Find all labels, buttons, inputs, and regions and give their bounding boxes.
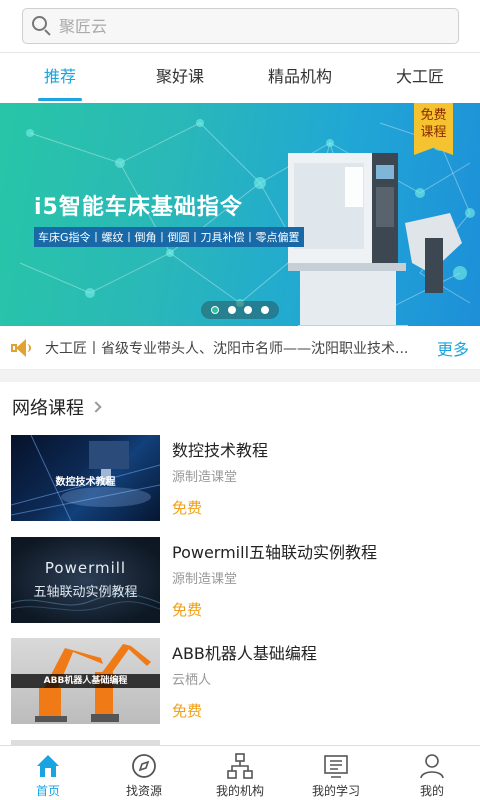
course-price: 免费 [172,499,203,517]
nav-label: 找资源 [125,784,162,798]
carousel-dot[interactable] [244,306,253,314]
nav-my-institution[interactable]: 我的机构 [192,746,288,800]
course-title[interactable]: 数控技术教程 [172,437,268,461]
course-price: 免费 [172,702,203,720]
bottom-navigation: 首页 找资源 我的机构 我的学习 我的 [0,745,480,800]
lathe-machine-illustration [288,153,462,326]
compass-icon [132,754,156,778]
nav-label: 我的机构 [215,784,264,798]
course-card[interactable]: ABB机器人基础编程 ABB机器人基础编程 云栖人 免费 [11,638,471,724]
thumbnail-caption-line1: Powermill [44,559,127,577]
chevron-right-icon [90,401,102,413]
section-divider [0,370,480,382]
course-source: 云栖人 [172,673,212,688]
announcement-bar[interactable]: 大工匠丨省级专业带头人、沈阳市名师——沈阳职业技术... 更多 [0,326,480,370]
nav-label: 我的 [419,784,444,798]
carousel-dot[interactable] [211,306,220,314]
category-tabs: 推荐 聚好课 精品机构 大工匠 [0,52,480,103]
thumbnail-caption: 数控技术教程 [55,477,116,488]
tab-recommend[interactable]: 推荐 [0,53,120,103]
tab-master-craftsman[interactable]: 大工匠 [360,53,480,103]
wave-pattern-graphic [11,593,160,611]
nav-label: 我的学习 [311,784,360,798]
tab-good-courses[interactable]: 聚好课 [120,53,240,103]
nav-my-learning[interactable]: 我的学习 [288,746,384,800]
speaker-icon [11,338,35,358]
course-title[interactable]: ABB机器人基础编程 [172,640,317,664]
home-icon [37,755,59,777]
banner-subtitle: 车床G指令丨螺纹丨倒角丨倒圆丨刀具补偿丨零点偏置 [34,227,304,247]
nav-home[interactable]: 首页 [0,746,96,800]
more-link[interactable]: 更多 [437,336,469,360]
online-courses-header[interactable]: 网络课程 [12,394,102,420]
free-course-badge: 免费 课程 [414,103,453,155]
search-box[interactable] [22,8,459,44]
course-source: 源制造课堂 [172,470,238,485]
announcement-text[interactable]: 大工匠丨省级专业带头人、沈阳市名师——沈阳职业技术... [45,338,425,358]
nav-find-resources[interactable]: 找资源 [96,746,192,800]
tab-institutions[interactable]: 精品机构 [240,53,360,103]
search-bar [0,0,480,52]
banner-title: i5智能车床基础指令 [34,195,243,220]
org-chart-icon [227,753,253,779]
app-root: 推荐 聚好课 精品机构 大工匠 [0,0,480,800]
promo-banner[interactable]: i5智能车床基础指令 车床G指令丨螺纹丨倒角丨倒圆丨刀具补偿丨零点偏置 免费 课程 [0,103,480,326]
nav-label: 首页 [35,784,60,798]
course-thumbnail[interactable]: ABB机器人基础编程 [11,638,160,724]
user-icon [420,754,444,779]
course-price: 免费 [172,601,203,619]
course-source: 源制造课堂 [172,572,238,587]
carousel-dot[interactable] [260,306,269,314]
course-thumbnail[interactable]: 数控技术教程 [11,435,160,521]
thumbnail-caption: ABB机器人基础编程 [11,674,160,688]
search-icon [31,15,53,37]
book-icon [324,755,348,778]
thumbnail-caption-line2: 五轴联动实例教程 [33,585,138,600]
nav-profile[interactable]: 我的 [384,746,480,800]
course-thumbnail[interactable]: Powermill 五轴联动实例教程 [11,537,160,623]
course-title[interactable]: Powermill五轴联动实例教程 [172,539,377,563]
search-input[interactable] [59,16,439,36]
course-card[interactable]: Powermill 五轴联动实例教程 Powermill五轴联动实例教程 源制造… [11,537,471,623]
section-title: 网络课程 [12,398,84,419]
course-card[interactable]: 数控技术教程 数控技术教程 源制造课堂 免费 [11,435,471,521]
carousel-dot[interactable] [227,306,236,314]
carousel-indicator[interactable] [201,301,279,319]
